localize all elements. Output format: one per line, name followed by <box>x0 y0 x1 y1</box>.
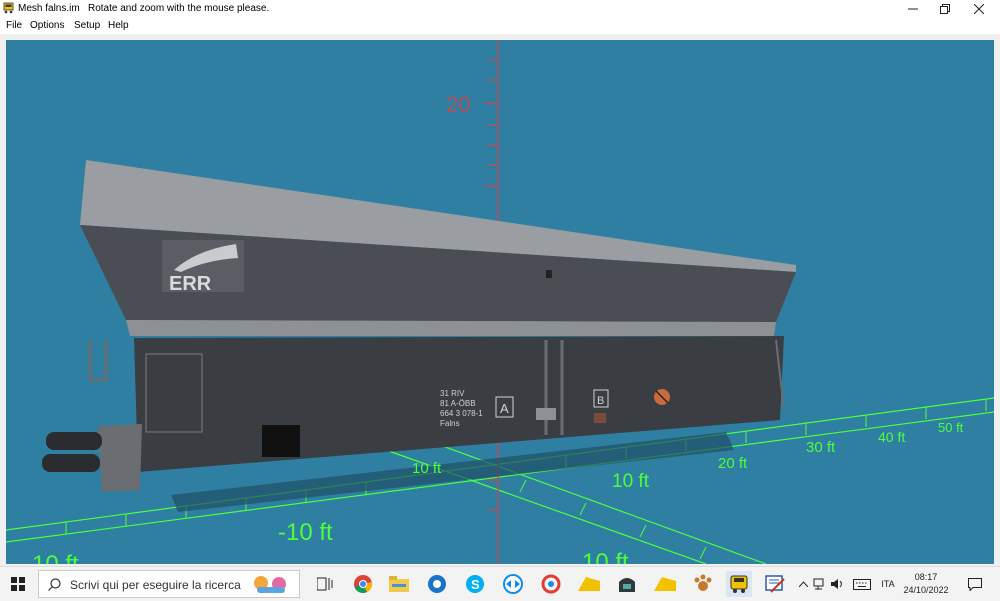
menu-bar: File Options Setup Help <box>0 17 1000 34</box>
paw-button[interactable] <box>690 571 716 597</box>
network-icon <box>813 578 824 590</box>
buffer-top <box>46 432 102 450</box>
grid-label-20ft: 20 ft <box>718 455 748 472</box>
clock-time: 08:17 <box>914 572 938 582</box>
task-view-button[interactable] <box>312 571 338 597</box>
search-placeholder: Scrivi qui per eseguire la ricerca <box>70 578 241 592</box>
tray-chevron-button[interactable] <box>796 567 810 601</box>
keyboard-icon <box>853 578 871 590</box>
restore-icon <box>940 3 950 14</box>
keyboard-button[interactable] <box>850 567 874 601</box>
chrome-icon <box>354 575 373 593</box>
skype-button[interactable]: S <box>462 571 488 597</box>
taskbar: Scrivi qui per eseguire la ricerca S ITA… <box>0 566 1000 601</box>
editor-icon <box>765 575 785 593</box>
grid-label-50ft: 50 ft <box>938 420 964 435</box>
wagon-dark-panel <box>262 425 300 457</box>
svg-text:S: S <box>471 577 480 592</box>
browser-icon <box>428 575 446 593</box>
browser-button[interactable] <box>424 571 450 597</box>
menu-help[interactable]: Help <box>108 20 129 31</box>
notifications-button[interactable] <box>962 567 988 601</box>
title-bar: Mesh falns.im Rotate and zoom with the m… <box>0 0 1000 17</box>
wagon-roof-edge <box>126 320 776 336</box>
menu-file[interactable]: File <box>6 20 22 31</box>
panel-b-label: B <box>597 395 604 407</box>
file-explorer-icon <box>389 576 409 592</box>
app-train-icon <box>3 2 14 14</box>
notification-icon <box>968 577 982 591</box>
cheese-icon <box>578 577 600 591</box>
skype-icon: S <box>466 575 484 593</box>
windows-icon <box>11 577 25 591</box>
app-icon <box>541 574 561 594</box>
end-ladder <box>88 340 108 382</box>
editor-button[interactable] <box>762 571 788 597</box>
volume-button[interactable] <box>830 567 846 601</box>
wagon-label-red <box>594 413 606 423</box>
chrome-button[interactable] <box>350 571 376 597</box>
grid-label-minus10ft-b: -10 ft <box>24 551 79 564</box>
grid-label-10ft-b: 10 ft <box>612 471 650 492</box>
menu-options[interactable]: Options <box>30 20 64 31</box>
app-button[interactable] <box>538 571 564 597</box>
teamviewer-button[interactable] <box>500 571 526 597</box>
minimize-icon <box>908 8 918 9</box>
grid-label-minus10ft-a: -10 ft <box>278 519 333 546</box>
dark-app-icon <box>619 578 635 592</box>
train-icon <box>730 575 748 593</box>
taskbar-search[interactable]: Scrivi qui per eseguire la ricerca <box>38 570 300 598</box>
dark-app-button[interactable] <box>614 571 640 597</box>
file-explorer-button[interactable] <box>386 571 412 597</box>
start-button[interactable] <box>0 567 36 601</box>
cheese-button-1[interactable] <box>576 571 602 597</box>
paw-icon <box>694 574 712 591</box>
search-highlight-icon <box>254 576 286 593</box>
taskbar-clock[interactable]: 08:17 24/10/2022 <box>898 571 954 597</box>
restore-button[interactable] <box>928 0 962 17</box>
minimize-button[interactable] <box>896 0 930 17</box>
train-button[interactable] <box>726 571 752 597</box>
grid-label-10ft-c: 10 ft <box>582 549 629 564</box>
language-indicator[interactable]: ITA <box>878 567 898 601</box>
wagon-mark-1: 31 RIV <box>440 389 465 398</box>
cheese-button-2[interactable] <box>652 571 678 597</box>
bogie-box <box>536 408 556 420</box>
teamviewer-icon <box>503 574 523 594</box>
3d-viewport[interactable]: 20 ERR 31 RIV 81 A-ÖBB 664 3 078-1 Falns… <box>6 40 994 564</box>
wagon-mark-2: 81 A-ÖBB <box>440 399 476 408</box>
menu-setup[interactable]: Setup <box>74 20 100 31</box>
clock-date: 24/10/2022 <box>903 585 949 595</box>
grid-label-40ft: 40 ft <box>878 429 905 445</box>
search-icon <box>48 578 61 591</box>
vertical-axis-label: 20 <box>446 92 470 117</box>
wagon-logo: ERR <box>169 273 212 295</box>
task-view-icon <box>317 577 333 591</box>
volume-icon <box>831 579 842 589</box>
cheese-icon-2 <box>654 577 676 591</box>
scene-canvas: 20 ERR 31 RIV 81 A-ÖBB 664 3 078-1 Falns… <box>6 40 994 564</box>
window-message: Rotate and zoom with the mouse please. <box>88 3 270 14</box>
grid-label-30ft: 30 ft <box>806 439 836 456</box>
wagon-mark-3: 664 3 078-1 <box>440 409 483 418</box>
grid-label-10ft-a: 10 ft <box>412 460 442 477</box>
panel-a-label: A <box>500 401 509 416</box>
buffer-bottom <box>42 454 100 472</box>
wagon-mark-4: Falns <box>440 419 460 428</box>
wagon-end-frame <box>98 424 142 492</box>
close-button[interactable] <box>962 0 996 17</box>
chevron-up-icon <box>798 581 808 587</box>
wagon-hatch <box>546 270 552 278</box>
network-button[interactable] <box>812 567 828 601</box>
close-icon <box>974 3 984 14</box>
window-title: Mesh falns.im <box>18 3 80 14</box>
